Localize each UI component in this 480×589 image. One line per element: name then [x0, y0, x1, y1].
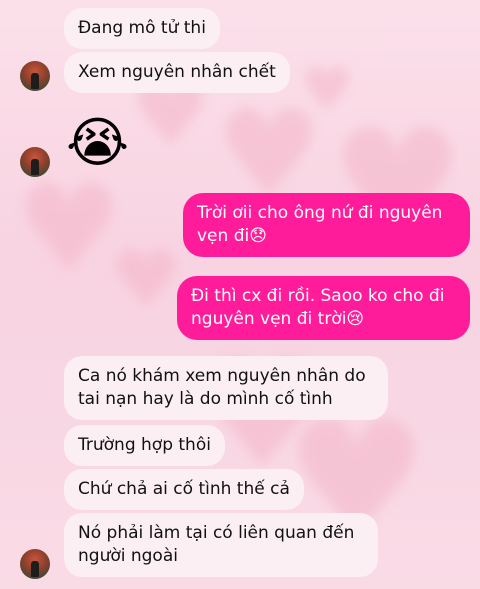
- contact-avatar[interactable]: [20, 147, 50, 177]
- chat-background: ♥ ♥ ♥ ♥ ♥ ♥ ♥ ♥ Đang mô tử thi Xem nguyê…: [0, 0, 480, 589]
- message-bubble-incoming[interactable]: Nó phải làm tại có liên quan đến người n…: [64, 513, 378, 577]
- message-bubble-incoming[interactable]: Đang mô tử thi: [64, 8, 220, 49]
- message-bubble-incoming[interactable]: Trường hợp thôi: [64, 425, 225, 466]
- message-bubble-incoming[interactable]: Ca nó khám xem nguyên nhân do tai nạn ha…: [64, 356, 388, 420]
- heart-icon: ♥: [110, 233, 182, 326]
- crying-face-emoji[interactable]: 😭: [66, 113, 129, 173]
- message-bubble-outgoing[interactable]: Đi thì cx đi rồi. Saoo ko cho đi nguyên …: [177, 276, 470, 340]
- avatar-figure: [31, 159, 39, 175]
- message-bubble-outgoing[interactable]: Trời ơii cho ông nứ đi nguyên vẹn đi😞: [183, 193, 470, 257]
- message-bubble-incoming[interactable]: Xem nguyên nhân chết: [64, 52, 290, 93]
- contact-avatar[interactable]: [20, 549, 50, 579]
- contact-avatar[interactable]: [20, 61, 50, 91]
- avatar-figure: [31, 561, 39, 577]
- message-bubble-incoming[interactable]: Chứ chả ai cố tình thế cả: [64, 469, 304, 510]
- avatar-figure: [31, 73, 39, 89]
- heart-icon: ♥: [15, 160, 123, 299]
